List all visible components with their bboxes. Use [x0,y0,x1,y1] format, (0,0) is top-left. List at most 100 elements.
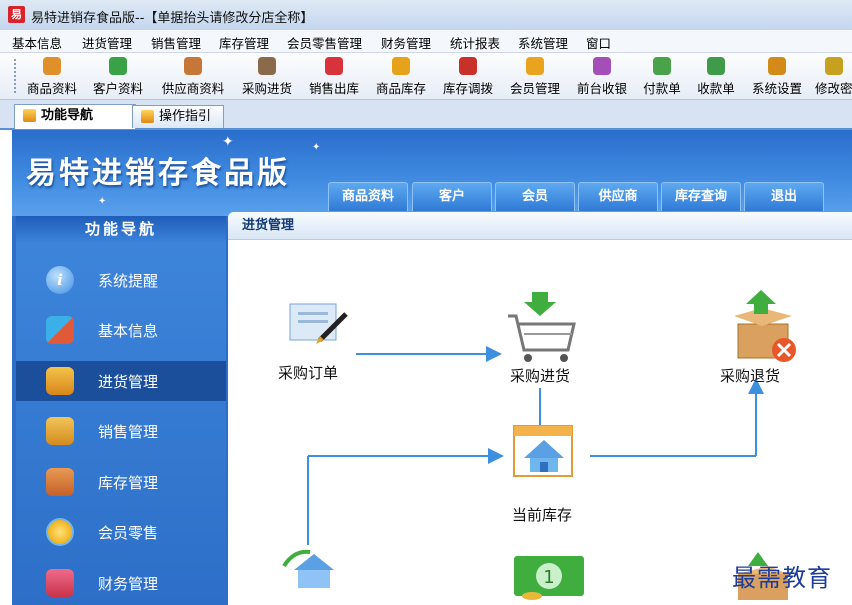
menu-finance[interactable]: 财务管理 [381,33,431,52]
nav-item-sales[interactable]: 销售管理 [16,411,226,451]
toolbar: 商品资料 客户资料 供应商资料 采购进货 销售出库 商品库存 库存调拨 会员管理… [0,53,852,100]
nav-item-label: 系统提醒 [98,272,159,290]
menu-reports[interactable]: 统计报表 [450,33,500,52]
guide-tab-icon [141,110,154,123]
toolbar-customer-button[interactable]: 客户资料 [88,55,148,97]
toolbar-settings-button[interactable]: 系统设置 [747,55,807,97]
top-nav-stock-query[interactable]: 库存查询 [661,182,741,211]
left-nav: 功能导航 i 系统提醒 基本信息 进货管理 销售管理 库存管理 会员零售 财务管… [16,216,226,605]
nav-tab-icon [23,109,36,122]
toolbar-label: 前台收银 [576,81,627,96]
truck-icon [258,57,276,75]
toolbar-payment-button[interactable]: 付款单 [638,55,686,97]
toolbar-sales-out-button[interactable]: 销售出库 [304,55,364,97]
top-nav-supplier[interactable]: 供应商 [578,182,658,211]
toolbar-cashier-button[interactable]: 前台收银 [572,55,632,97]
left-nav-title: 功能导航 [16,216,226,242]
cashier-icon [593,57,611,75]
nav-item-label: 基本信息 [98,322,159,340]
cart-down-icon[interactable] [508,292,576,362]
toolbar-label: 商品资料 [26,81,77,96]
stock-house-icon[interactable] [513,425,573,477]
toolbar-purchase-button[interactable]: 采购进货 [237,55,297,97]
cart-icon [325,57,343,75]
nav-item-label: 销售管理 [98,423,159,441]
payment-icon [653,57,671,75]
supplier-icon [184,57,202,75]
toolbar-label: 商品库存 [375,81,426,96]
menu-system[interactable]: 系统管理 [518,33,568,52]
sparkle-icon: ✦ [98,196,107,207]
top-nav-goods[interactable]: 商品资料 [328,182,408,211]
flow-node-current-stock[interactable]: 当前库存 [512,504,572,525]
flow-node-purchase-receive[interactable]: 采购进货 [510,365,570,386]
finance-icon [46,569,74,597]
receipt-icon [707,57,725,75]
goods-icon [43,57,61,75]
toolbar-label: 会员管理 [509,81,560,96]
member-icon [46,518,74,546]
tab-label: 功能导航 [41,108,94,123]
menu-bar: 基本信息 进货管理 销售管理 库存管理 会员零售管理 财务管理 统计报表 系统管… [0,30,852,53]
watermark-text: 最需教育 [732,564,832,592]
tab-label: 操作指引 [159,109,212,124]
password-icon [824,57,843,75]
toolbar-label: 修改密 [815,81,852,96]
main-panel: ✦ ✦ ✦ 易特进销存食品版 商品资料 客户 会员 供应商 库存查询 退出 功能… [12,130,852,605]
top-nav-member[interactable]: 会员 [495,182,575,211]
flow-node-purchase-return[interactable]: 采购退货 [720,365,780,386]
svg-text:1: 1 [543,567,554,588]
transfer-icon [459,57,477,75]
toolbar-label: 销售出库 [308,81,359,96]
house-icon [46,468,74,496]
menu-purchase[interactable]: 进货管理 [82,33,132,52]
nav-item-label: 进货管理 [98,373,159,391]
toolbar-label: 采购进货 [241,81,292,96]
nav-item-inventory[interactable]: 库存管理 [16,462,226,502]
money-icon[interactable]: 1 [514,556,584,600]
nav-item-system-alert[interactable]: i 系统提醒 [16,260,226,300]
menu-member-retail[interactable]: 会员零售管理 [287,33,362,52]
toolbar-member-button[interactable]: 会员管理 [505,55,565,97]
nav-item-finance[interactable]: 财务管理 [16,563,226,603]
banner: ✦ ✦ ✦ 易特进销存食品版 商品资料 客户 会员 供应商 库存查询 退出 [12,130,852,216]
menu-basic-info[interactable]: 基本信息 [12,33,62,52]
toolbar-supplier-button[interactable]: 供应商资料 [155,55,231,97]
nav-item-label: 财务管理 [98,575,159,593]
transfer-house-icon[interactable] [282,549,334,588]
nav-item-label: 会员零售 [98,524,159,542]
toolbar-label: 供应商资料 [161,81,225,96]
top-nav-customer[interactable]: 客户 [412,182,492,211]
menu-inventory[interactable]: 库存管理 [219,33,269,52]
brand-title: 易特进销存食品版 [26,156,290,191]
top-nav-exit[interactable]: 退出 [744,182,824,211]
menu-window[interactable]: 窗口 [586,33,611,52]
member-icon [526,57,544,75]
toolbar-goods-button[interactable]: 商品资料 [22,55,82,97]
toolbar-stock-button[interactable]: 商品库存 [371,55,431,97]
content-panel: 进货管理 1 采购订单 采购进货 采购退货 当前库存 [228,212,852,605]
flow-node-purchase-order[interactable]: 采购订单 [278,362,338,383]
toolbar-receipt-button[interactable]: 收款单 [692,55,740,97]
sales-icon [46,417,74,445]
menu-sales[interactable]: 销售管理 [151,33,201,52]
toolbar-grip[interactable] [14,59,18,93]
nav-item-label: 库存管理 [98,474,159,492]
toolbar-transfer-button[interactable]: 库存调拨 [438,55,498,97]
tab-function-nav[interactable]: 功能导航 [14,104,136,129]
customer-icon [109,57,127,75]
tab-operation-guide[interactable]: 操作指引 [132,105,224,128]
nav-item-basic-info[interactable]: 基本信息 [16,310,226,350]
box-return-icon[interactable] [734,290,796,362]
title-bar: 易 易特进销存食品版--【单据抬头请修改分店全称】 [0,0,852,31]
sparkle-icon: ✦ [312,142,321,153]
nav-item-purchase[interactable]: 进货管理 [16,361,226,401]
order-pen-icon[interactable] [289,303,348,344]
nav-item-member-retail[interactable]: 会员零售 [16,512,226,552]
toolbar-label: 付款单 [643,81,681,96]
toolbar-label: 客户资料 [92,81,143,96]
app-logo-icon: 易 [8,6,25,23]
toolbar-password-button[interactable]: 修改密 [815,55,852,97]
blocks-icon [46,316,74,344]
window-title: 易特进销存食品版--【单据抬头请修改分店全称】 [31,11,314,26]
